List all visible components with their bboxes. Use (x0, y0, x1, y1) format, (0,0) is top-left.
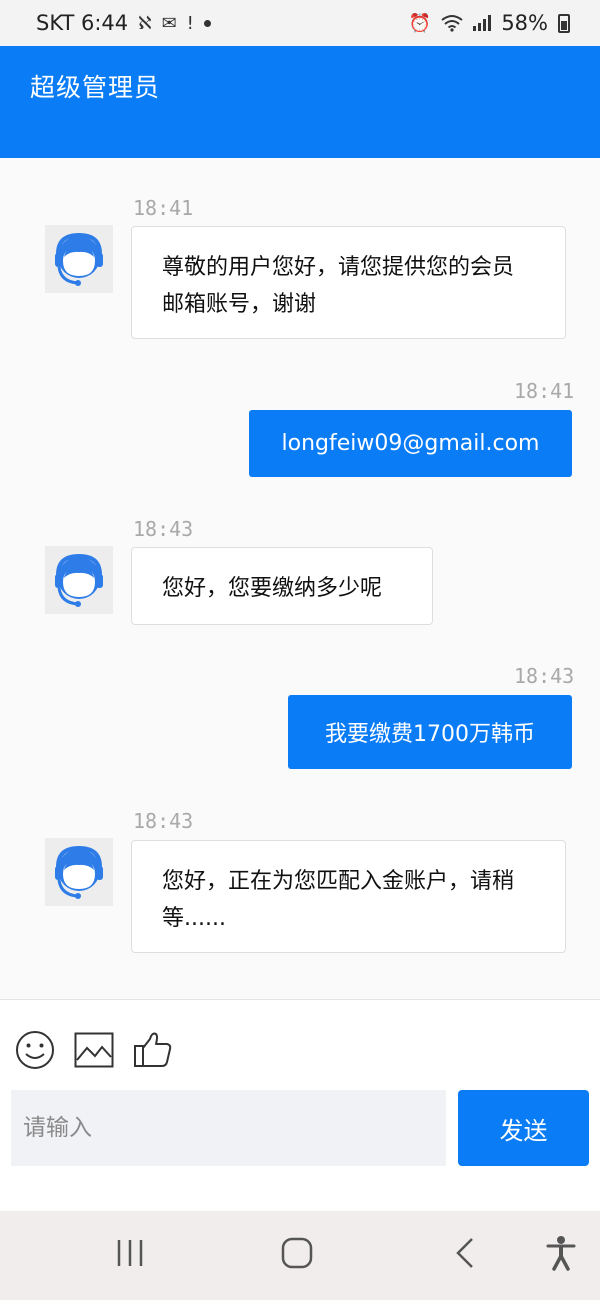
thumbs-up-icon[interactable] (133, 1029, 173, 1069)
message-time: 18:41 (133, 196, 194, 220)
status-left: SKT 6:44 ℵ ✉ ! (36, 11, 211, 35)
recent-apps-icon[interactable] (114, 1237, 146, 1269)
carrier-time: SKT 6:44 (36, 11, 129, 35)
agent-avatar (45, 838, 113, 906)
message-input[interactable] (11, 1090, 446, 1166)
agent-avatar (45, 225, 113, 293)
outgoing-message[interactable]: 我要缴费1700万韩币 (288, 695, 572, 769)
headset-agent-icon (55, 232, 103, 286)
image-icon[interactable] (74, 1032, 114, 1068)
smiley-icon[interactable] (15, 1030, 55, 1070)
send-button[interactable]: 发送 (458, 1090, 589, 1166)
accessibility-icon[interactable] (545, 1235, 577, 1271)
incoming-message[interactable]: 您好，您要缴纳多少呢 (131, 547, 433, 625)
vpn-icon: ℵ (138, 12, 152, 34)
gmail-icon: ✉ (161, 12, 177, 34)
notification-icon: ! (186, 12, 194, 34)
signal-icon (473, 15, 492, 31)
battery-icon (558, 13, 570, 33)
status-bar: SKT 6:44 ℵ ✉ ! ⏰ 58% (0, 0, 600, 46)
chat-area[interactable]: 18:41 尊敬的用户您好，请您提供您的会员邮箱账号，谢谢 18:41 long… (0, 158, 600, 1000)
composer: 发送 (0, 999, 600, 1211)
page-title: 超级管理员 (30, 73, 161, 102)
wifi-icon (441, 15, 463, 32)
outgoing-message[interactable]: longfeiw09@gmail.com (249, 410, 572, 477)
home-icon[interactable] (281, 1237, 313, 1269)
incoming-message[interactable]: 尊敬的用户您好，请您提供您的会员邮箱账号，谢谢 (131, 226, 566, 339)
app-header: 超级管理员 (0, 46, 600, 158)
message-time: 18:41 (514, 379, 575, 403)
incoming-message[interactable]: 您好，正在为您匹配入金账户，请稍等...... (131, 840, 566, 953)
message-time: 18:43 (514, 664, 575, 688)
back-icon[interactable] (452, 1237, 480, 1269)
dot-icon (203, 19, 211, 27)
status-right: ⏰ 58% (409, 11, 570, 35)
message-time: 18:43 (133, 517, 194, 541)
system-nav-bar (0, 1211, 600, 1300)
headset-agent-icon (55, 553, 103, 607)
battery-percent: 58% (501, 11, 548, 35)
alarm-icon: ⏰ (408, 12, 432, 34)
agent-avatar (45, 546, 113, 614)
headset-agent-icon (55, 845, 103, 899)
message-time: 18:43 (133, 809, 194, 833)
